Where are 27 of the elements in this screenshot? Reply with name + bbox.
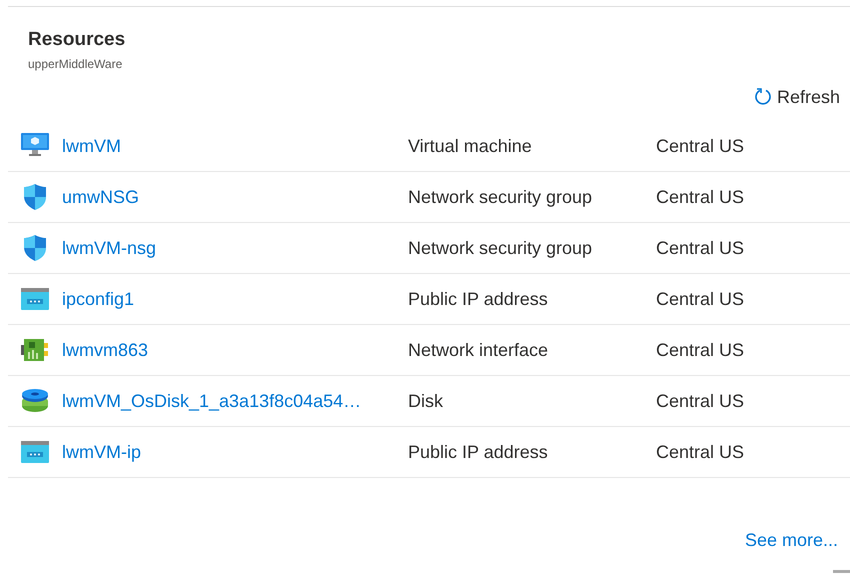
resource-type: Network interface bbox=[408, 340, 550, 360]
resource-type: Network security group bbox=[408, 238, 594, 258]
resource-link[interactable]: ipconfig1 bbox=[62, 288, 134, 308]
resize-grip[interactable] bbox=[833, 570, 850, 573]
resource-type: Network security group bbox=[408, 186, 594, 208]
resource-link[interactable]: lwmVM-nsg bbox=[62, 238, 156, 258]
resource-location: Central US bbox=[656, 136, 744, 156]
resource-location: Central US bbox=[656, 442, 744, 462]
resource-link[interactable]: lwmvm863 bbox=[62, 340, 148, 360]
resource-location: Central US bbox=[656, 390, 744, 412]
resource-link[interactable]: lwmVM_OsDisk_1_a3a13f8c04a54… bbox=[62, 390, 362, 410]
resource-type: Virtual machine bbox=[408, 136, 533, 156]
resource-location: Central US bbox=[656, 340, 744, 360]
resource-type: Disk bbox=[408, 390, 444, 412]
resource-type: Public IP address bbox=[408, 442, 549, 462]
refresh-icon bbox=[752, 87, 773, 107]
resource-group-name: upperMiddleWare bbox=[28, 57, 122, 71]
resource-location: Central US bbox=[656, 238, 744, 258]
see-more-link[interactable]: See more... bbox=[744, 530, 838, 551]
refresh-button[interactable]: Refresh bbox=[752, 83, 840, 111]
panel-title: Resources bbox=[28, 29, 126, 51]
resource-link[interactable]: lwmVM-ip bbox=[62, 442, 141, 462]
resource-location: Central US bbox=[656, 288, 744, 310]
resource-location: Central US bbox=[656, 186, 744, 208]
resource-link[interactable]: lwmVM bbox=[62, 136, 121, 156]
resource-link[interactable]: umwNSG bbox=[62, 186, 140, 206]
resource-type: Public IP address bbox=[408, 288, 549, 310]
